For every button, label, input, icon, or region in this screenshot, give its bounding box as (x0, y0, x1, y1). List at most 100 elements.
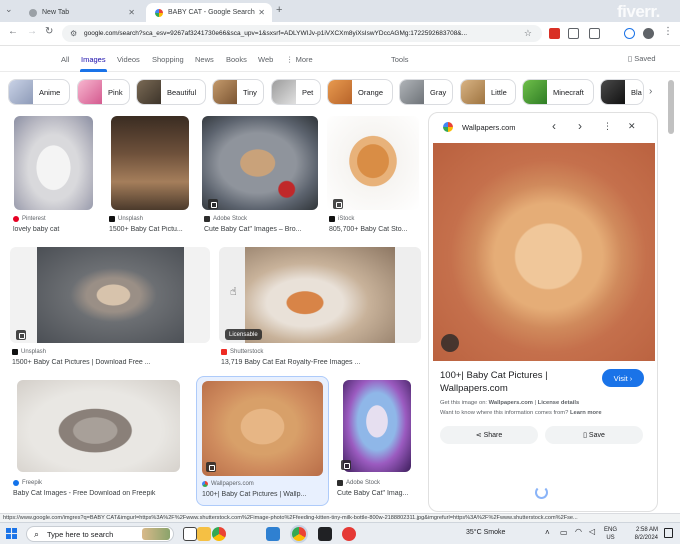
save-button[interactable]: ▯ Save (545, 426, 643, 444)
wifi-icon[interactable]: ◠ (575, 527, 582, 536)
lens-search-icon[interactable] (441, 334, 459, 352)
screen-recorder-icon[interactable] (342, 527, 356, 541)
close-tab-icon[interactable]: ✕ (128, 8, 135, 17)
vscode-icon[interactable] (266, 527, 280, 541)
result-image[interactable] (202, 381, 323, 476)
chip-little[interactable]: Little (460, 79, 516, 105)
side-panel-icon[interactable] (589, 28, 600, 39)
result-image[interactable] (202, 116, 318, 210)
result-image[interactable] (111, 116, 189, 210)
result-caption[interactable]: Baby Cat Images - Free Download on Freep… (13, 490, 186, 497)
weather-widget[interactable]: 35°C Smoke (466, 529, 505, 536)
next-chevron-icon[interactable]: › (578, 119, 582, 133)
chrome-icon[interactable] (212, 527, 226, 541)
result-caption[interactable]: 1500+ Baby Cat Pictures | Download Free … (12, 359, 210, 366)
chevron-right-icon[interactable]: › (649, 86, 652, 97)
windows-start-icon[interactable] (6, 528, 17, 539)
result-image[interactable] (14, 116, 93, 210)
tab-all[interactable]: All (61, 55, 69, 64)
forward-arrow-icon[interactable]: → (27, 26, 37, 37)
saved-link[interactable]: ▯ Saved (628, 54, 656, 63)
download-icon[interactable] (624, 28, 635, 39)
close-panel-icon[interactable]: ✕ (628, 121, 636, 132)
chrome-active-icon[interactable] (292, 527, 306, 541)
chip-tiny[interactable]: Tiny (212, 79, 264, 105)
notification-icon[interactable] (664, 528, 673, 538)
result-caption[interactable]: 100+| Baby Cat Pictures | Wallp... (202, 491, 327, 498)
more-options-icon[interactable]: ⋮ (603, 121, 612, 132)
result-item[interactable]: Licensable Shutterstock 13,719 Baby Cat … (219, 247, 421, 372)
reload-icon[interactable]: ↻ (45, 26, 53, 37)
extensions-puzzle-icon[interactable] (568, 28, 579, 39)
tray-chevron-icon[interactable]: ˄ (545, 528, 550, 537)
previous-chevron-icon[interactable]: ‹ (552, 119, 556, 133)
extension-icon[interactable] (549, 28, 560, 39)
chip-beautiful[interactable]: Beautiful (136, 79, 206, 105)
tab-videos[interactable]: Videos (117, 55, 140, 64)
chip-orange[interactable]: Orange (327, 79, 393, 105)
chip-black[interactable]: Bla (600, 79, 644, 105)
page-scrollbar[interactable] (666, 76, 676, 512)
task-view-icon[interactable] (183, 527, 197, 541)
result-item[interactable]: Unsplash 1500+ Baby Cat Pictu... (107, 116, 193, 236)
network-icon[interactable]: ▭ (560, 528, 568, 537)
result-caption[interactable]: Cute Baby Cat" Imag... (337, 490, 421, 497)
site-info-icon[interactable]: ⚙ (70, 29, 77, 38)
file-explorer-icon[interactable] (197, 527, 211, 541)
bookmark-star-icon[interactable]: ☆ (524, 28, 532, 39)
tab-search-icon[interactable]: ⌄ (5, 4, 13, 15)
new-tab-plus-icon[interactable]: + (276, 4, 282, 16)
info-site[interactable]: Wallpapers.com (489, 400, 533, 406)
preview-title[interactable]: 100+| Baby Cat Pictures | Wallpapers.com (440, 369, 590, 395)
chip-minecraft[interactable]: Minecraft (522, 79, 594, 105)
tab-google-search[interactable]: BABY CAT - Google Search ✕ (146, 3, 272, 22)
chip-pink[interactable]: Pink (77, 79, 130, 105)
close-tab-icon[interactable]: ✕ (258, 8, 265, 17)
chip-gray[interactable]: Gray (399, 79, 453, 105)
chip-pet[interactable]: Pet (271, 79, 321, 105)
tab-new-tab[interactable]: New Tab ✕ (20, 3, 142, 22)
result-image[interactable] (17, 380, 180, 472)
result-item[interactable]: iStock 805,700+ Baby Cat Sto... (327, 116, 421, 236)
result-caption[interactable]: 13,719 Baby Cat Eat Royalty-Free Images … (221, 359, 421, 366)
language-indicator[interactable]: ENG US (604, 526, 617, 542)
tab-shopping[interactable]: Shopping (152, 55, 184, 64)
tab-web[interactable]: Web (258, 55, 273, 64)
result-item[interactable]: Pinterest lovely baby cat (11, 116, 96, 236)
taskbar-clock[interactable]: 2:58 AM 8/2/2024 (622, 526, 658, 542)
visit-button[interactable]: Visit › (602, 369, 644, 387)
result-item[interactable]: Unsplash 1500+ Baby Cat Pictures | Downl… (10, 247, 210, 372)
app-icon[interactable] (318, 527, 332, 541)
result-item[interactable]: Adobe Stock Cute Baby Cat" Imag... (335, 380, 421, 505)
back-arrow-icon[interactable]: ← (8, 26, 18, 37)
clock-time: 2:58 AM (635, 527, 658, 533)
browser-menu-icon[interactable]: ⋮ (663, 26, 673, 37)
chip-thumbnail (523, 80, 547, 104)
globe-icon (29, 8, 37, 17)
result-caption[interactable]: lovely baby cat (13, 226, 97, 233)
tab-more[interactable]: ⋮ More (286, 55, 313, 64)
result-item[interactable]: Adobe Stock Cute Baby Cat" Images – Bro.… (202, 116, 318, 236)
result-caption[interactable]: 805,700+ Baby Cat Sto... (329, 226, 419, 233)
tools-button[interactable]: Tools (391, 55, 409, 64)
tab-images[interactable]: Images (81, 55, 106, 64)
panel-site-name[interactable]: Wallpapers.com (462, 123, 516, 132)
license-details-link[interactable]: License details (538, 400, 580, 406)
result-caption[interactable]: Cute Baby Cat" Images – Bro... (204, 226, 318, 233)
result-item[interactable]: Freepik Baby Cat Images - Free Download … (11, 380, 186, 505)
result-image[interactable] (343, 380, 411, 472)
share-button[interactable]: ⋖ Share (440, 426, 538, 444)
scrollbar-thumb[interactable] (668, 80, 674, 134)
chip-anime[interactable]: Anime (8, 79, 70, 105)
result-image[interactable] (327, 116, 419, 210)
volume-icon[interactable]: ◁ (589, 527, 595, 536)
preview-image[interactable] (433, 143, 655, 361)
profile-avatar[interactable] (643, 28, 654, 39)
result-caption[interactable]: 1500+ Baby Cat Pictu... (109, 226, 193, 233)
tab-news[interactable]: News (195, 55, 214, 64)
result-item-selected[interactable]: Wallpapers.com 100+| Baby Cat Pictures |… (196, 376, 329, 506)
address-bar[interactable]: ⚙ google.com/search?sca_esv=9267af324173… (62, 25, 542, 42)
taskbar-search-box[interactable]: ⌕ Type here to search (26, 526, 174, 542)
tab-books[interactable]: Books (226, 55, 247, 64)
learn-more-link[interactable]: Learn more (570, 410, 602, 416)
